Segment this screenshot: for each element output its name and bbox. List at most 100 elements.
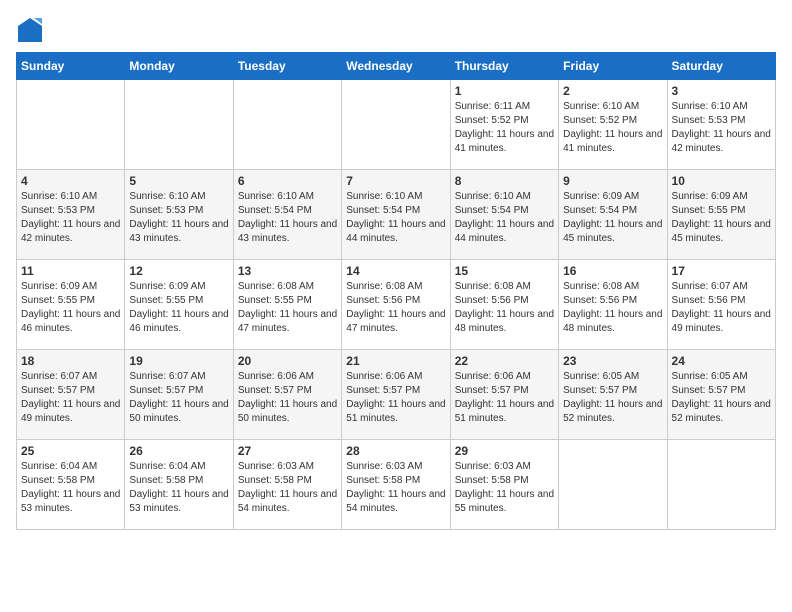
calendar-cell xyxy=(125,80,233,170)
day-number: 11 xyxy=(21,264,120,278)
day-number: 12 xyxy=(129,264,228,278)
calendar-cell: 9 Sunrise: 6:09 AM Sunset: 5:54 PM Daylig… xyxy=(559,170,667,260)
calendar-week-row: 4 Sunrise: 6:10 AM Sunset: 5:53 PM Daylig… xyxy=(17,170,776,260)
day-number: 7 xyxy=(346,174,445,188)
day-number: 26 xyxy=(129,444,228,458)
day-number: 28 xyxy=(346,444,445,458)
calendar-cell: 12Sunrise: 6:09 AM Sunset: 5:55 PM Dayli… xyxy=(125,260,233,350)
calendar-week-row: 18 Sunrise: 6:07 AM Sunset: 5:57 PM Dayli… xyxy=(17,350,776,440)
calendar-cell: 26 Sunrise: 6:04 AM Sunset: 5:58 PM Dayli… xyxy=(125,440,233,530)
calendar-week-row: 1 Sunrise: 6:11 AM Sunset: 5:52 PM Daylig… xyxy=(17,80,776,170)
calendar-cell: 27 Sunrise: 6:03 AM Sunset: 5:58 PM Dayli… xyxy=(233,440,341,530)
day-number: 15 xyxy=(455,264,554,278)
calendar-cell: 23 Sunrise: 6:05 AM Sunset: 5:57 PM Dayli… xyxy=(559,350,667,440)
calendar-cell: 6Sunrise: 6:10 AM Sunset: 5:54 PM Daylig… xyxy=(233,170,341,260)
day-number: 2 xyxy=(563,84,662,98)
calendar-cell xyxy=(17,80,125,170)
calendar-cell: 28 Sunrise: 6:03 AM Sunset: 5:58 PM Dayli… xyxy=(342,440,450,530)
calendar-cell: 25 Sunrise: 6:04 AM Sunset: 5:58 PM Dayli… xyxy=(17,440,125,530)
day-info: Sunrise: 6:07 AM Sunset: 5:57 PM Dayligh… xyxy=(129,370,228,426)
calendar-cell xyxy=(559,440,667,530)
col-header-wednesday: Wednesday xyxy=(342,53,450,80)
day-number: 8 xyxy=(455,174,554,188)
day-number: 23 xyxy=(563,354,662,368)
calendar-cell: 4 Sunrise: 6:10 AM Sunset: 5:53 PM Daylig… xyxy=(17,170,125,260)
day-info: Sunrise: 6:04 AM Sunset: 5:58 PM Dayligh… xyxy=(129,460,228,516)
calendar-week-row: 11Sunrise: 6:09 AM Sunset: 5:55 PM Dayli… xyxy=(17,260,776,350)
day-number: 1 xyxy=(455,84,554,98)
calendar-cell: 8 Sunrise: 6:10 AM Sunset: 5:54 PM Daylig… xyxy=(450,170,558,260)
calendar-cell: 16 Sunrise: 6:08 AM Sunset: 5:56 PM Dayli… xyxy=(559,260,667,350)
day-number: 24 xyxy=(672,354,771,368)
day-number: 18 xyxy=(21,354,120,368)
calendar-cell: 18 Sunrise: 6:07 AM Sunset: 5:57 PM Dayli… xyxy=(17,350,125,440)
day-info: Sunrise: 6:09 AM Sunset: 5:55 PM Dayligh… xyxy=(672,190,771,246)
day-number: 10 xyxy=(672,174,771,188)
day-info: Sunrise: 6:06 AM Sunset: 5:57 PM Dayligh… xyxy=(346,370,445,426)
day-number: 5 xyxy=(129,174,228,188)
day-number: 6 xyxy=(238,174,337,188)
calendar-cell: 11Sunrise: 6:09 AM Sunset: 5:55 PM Dayli… xyxy=(17,260,125,350)
calendar-cell xyxy=(233,80,341,170)
day-info: Sunrise: 6:10 AM Sunset: 5:53 PM Dayligh… xyxy=(129,190,228,246)
calendar-cell: 22Sunrise: 6:06 AM Sunset: 5:57 PM Dayli… xyxy=(450,350,558,440)
col-header-saturday: Saturday xyxy=(667,53,775,80)
day-info: Sunrise: 6:10 AM Sunset: 5:53 PM Dayligh… xyxy=(21,190,120,246)
day-number: 16 xyxy=(563,264,662,278)
day-number: 9 xyxy=(563,174,662,188)
day-info: Sunrise: 6:08 AM Sunset: 5:56 PM Dayligh… xyxy=(346,280,445,336)
calendar-cell: 1 Sunrise: 6:11 AM Sunset: 5:52 PM Daylig… xyxy=(450,80,558,170)
page-header xyxy=(16,16,776,44)
day-number: 13 xyxy=(238,264,337,278)
col-header-sunday: Sunday xyxy=(17,53,125,80)
day-info: Sunrise: 6:07 AM Sunset: 5:57 PM Dayligh… xyxy=(21,370,120,426)
day-info: Sunrise: 6:05 AM Sunset: 5:57 PM Dayligh… xyxy=(563,370,662,426)
day-info: Sunrise: 6:10 AM Sunset: 5:53 PM Dayligh… xyxy=(672,100,771,156)
day-number: 29 xyxy=(455,444,554,458)
calendar-cell: 14 Sunrise: 6:08 AM Sunset: 5:56 PM Dayli… xyxy=(342,260,450,350)
day-info: Sunrise: 6:03 AM Sunset: 5:58 PM Dayligh… xyxy=(346,460,445,516)
col-header-thursday: Thursday xyxy=(450,53,558,80)
day-number: 17 xyxy=(672,264,771,278)
calendar-cell: 19 Sunrise: 6:07 AM Sunset: 5:57 PM Dayli… xyxy=(125,350,233,440)
calendar-cell: 21 Sunrise: 6:06 AM Sunset: 5:57 PM Dayli… xyxy=(342,350,450,440)
day-info: Sunrise: 6:10 AM Sunset: 5:52 PM Dayligh… xyxy=(563,100,662,156)
day-info: Sunrise: 6:08 AM Sunset: 5:56 PM Dayligh… xyxy=(563,280,662,336)
day-info: Sunrise: 6:05 AM Sunset: 5:57 PM Dayligh… xyxy=(672,370,771,426)
day-number: 19 xyxy=(129,354,228,368)
day-info: Sunrise: 6:03 AM Sunset: 5:58 PM Dayligh… xyxy=(238,460,337,516)
calendar-cell xyxy=(667,440,775,530)
logo xyxy=(16,16,48,44)
logo-icon xyxy=(16,16,44,44)
day-number: 27 xyxy=(238,444,337,458)
calendar-week-row: 25 Sunrise: 6:04 AM Sunset: 5:58 PM Dayli… xyxy=(17,440,776,530)
day-number: 14 xyxy=(346,264,445,278)
col-header-monday: Monday xyxy=(125,53,233,80)
day-info: Sunrise: 6:10 AM Sunset: 5:54 PM Dayligh… xyxy=(346,190,445,246)
calendar-cell: 3Sunrise: 6:10 AM Sunset: 5:53 PM Daylig… xyxy=(667,80,775,170)
col-header-tuesday: Tuesday xyxy=(233,53,341,80)
calendar-cell: 7 Sunrise: 6:10 AM Sunset: 5:54 PM Daylig… xyxy=(342,170,450,260)
calendar-cell: 15Sunrise: 6:08 AM Sunset: 5:56 PM Dayli… xyxy=(450,260,558,350)
calendar-cell xyxy=(342,80,450,170)
day-info: Sunrise: 6:09 AM Sunset: 5:54 PM Dayligh… xyxy=(563,190,662,246)
day-number: 25 xyxy=(21,444,120,458)
col-header-friday: Friday xyxy=(559,53,667,80)
day-number: 4 xyxy=(21,174,120,188)
day-info: Sunrise: 6:07 AM Sunset: 5:56 PM Dayligh… xyxy=(672,280,771,336)
day-number: 22 xyxy=(455,354,554,368)
day-info: Sunrise: 6:03 AM Sunset: 5:58 PM Dayligh… xyxy=(455,460,554,516)
calendar-cell: 10 Sunrise: 6:09 AM Sunset: 5:55 PM Dayli… xyxy=(667,170,775,260)
day-info: Sunrise: 6:04 AM Sunset: 5:58 PM Dayligh… xyxy=(21,460,120,516)
day-info: Sunrise: 6:10 AM Sunset: 5:54 PM Dayligh… xyxy=(455,190,554,246)
day-info: Sunrise: 6:08 AM Sunset: 5:55 PM Dayligh… xyxy=(238,280,337,336)
calendar-table: SundayMondayTuesdayWednesdayThursdayFrid… xyxy=(16,52,776,530)
calendar-header-row: SundayMondayTuesdayWednesdayThursdayFrid… xyxy=(17,53,776,80)
calendar-cell: 24 Sunrise: 6:05 AM Sunset: 5:57 PM Dayli… xyxy=(667,350,775,440)
day-number: 20 xyxy=(238,354,337,368)
day-info: Sunrise: 6:06 AM Sunset: 5:57 PM Dayligh… xyxy=(238,370,337,426)
day-info: Sunrise: 6:11 AM Sunset: 5:52 PM Dayligh… xyxy=(455,100,554,156)
calendar-cell: 20 Sunrise: 6:06 AM Sunset: 5:57 PM Dayli… xyxy=(233,350,341,440)
calendar-cell: 2 Sunrise: 6:10 AM Sunset: 5:52 PM Daylig… xyxy=(559,80,667,170)
day-number: 21 xyxy=(346,354,445,368)
